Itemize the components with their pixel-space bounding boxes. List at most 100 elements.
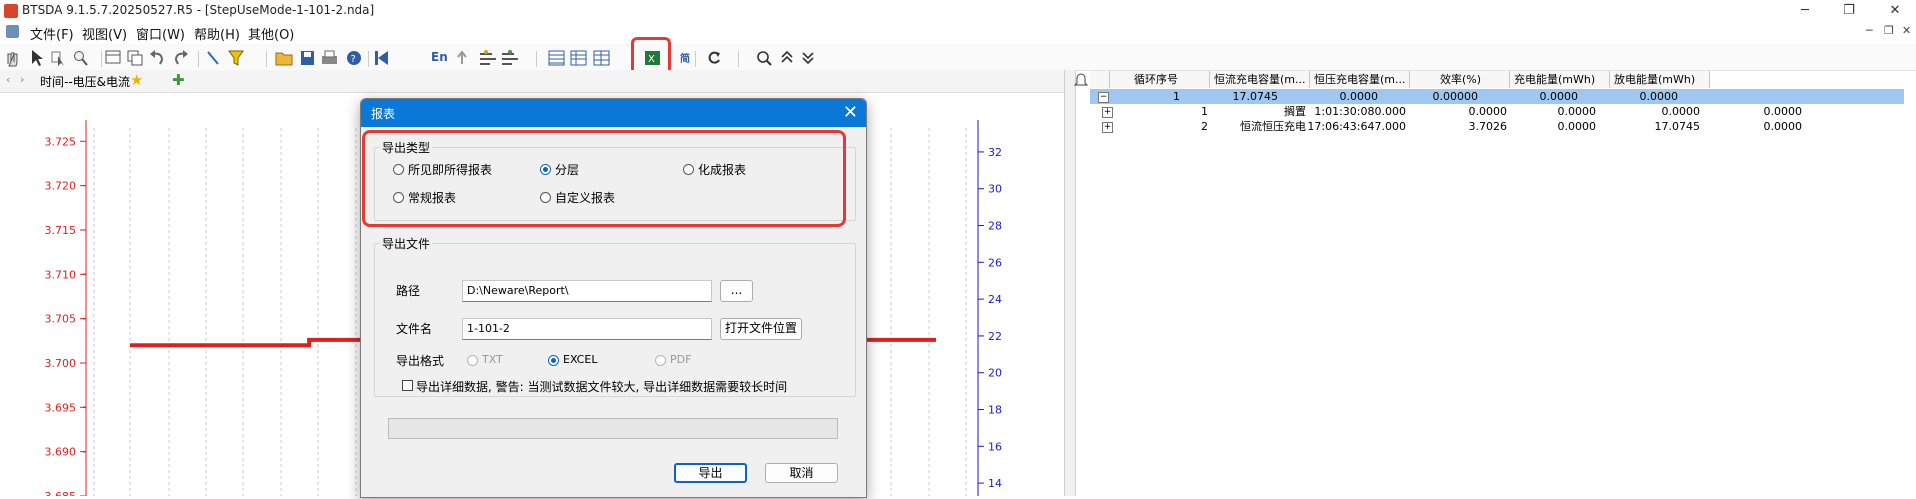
table-cell: 17.0745: [1654, 120, 1701, 133]
table-cell: 0.0000: [1557, 105, 1597, 118]
filename-input[interactable]: 1-101-2: [462, 318, 712, 340]
tab-scroll-right-icon[interactable]: ›: [20, 73, 24, 86]
first-record-icon[interactable]: [375, 51, 388, 65]
table-cell: 17.0745: [1232, 90, 1279, 103]
pointer-tool-icon[interactable]: [32, 50, 43, 66]
restore-window-button[interactable]: ❐: [1834, 2, 1864, 20]
open-folder-icon[interactable]: [275, 52, 293, 66]
table-view-icon[interactable]: [548, 50, 565, 66]
option-format-excel[interactable]: EXCEL: [563, 353, 597, 366]
language-en-button[interactable]: En: [431, 50, 448, 64]
export-progress-bar: [388, 418, 838, 439]
bell-icon[interactable]: [1072, 70, 1090, 88]
tab-scroll-left-icon[interactable]: ‹: [6, 73, 10, 86]
export-button[interactable]: 导出: [674, 463, 747, 483]
menu-window[interactable]: 窗口(W): [136, 24, 185, 43]
mdi-close-button[interactable]: ✕: [1902, 24, 1911, 37]
left-tick-label: 3.700: [45, 357, 77, 370]
mdi-minimize-button[interactable]: ─: [1866, 24, 1873, 37]
right-tick-label: 28: [988, 220, 1002, 233]
col-expander[interactable]: [1090, 71, 1110, 88]
copy-chart-icon[interactable]: [127, 50, 143, 66]
cancel-button[interactable]: 取消: [765, 463, 838, 483]
table-view-alt-icon[interactable]: [570, 50, 587, 66]
table-row[interactable]: +1 搁置 1:01:30:080.000 0.0000 0.0000 0.0000 0.0…: [1090, 104, 1850, 119]
col-cv-capacity[interactable]: 恒压充电容量(m...: [1310, 71, 1410, 88]
expand-up-icon[interactable]: [781, 50, 793, 63]
right-tick-label: 30: [988, 183, 1002, 196]
option-format-pdf[interactable]: PDF: [670, 353, 691, 366]
browse-button[interactable]: ...: [720, 280, 753, 302]
table-cell: 0.0000: [1557, 120, 1597, 133]
open-file-location-button[interactable]: 打开文件位置: [720, 318, 802, 340]
collapse-down-icon[interactable]: [802, 52, 814, 65]
export-file-label: 导出文件: [380, 235, 433, 252]
svg-text:简: 简: [680, 52, 690, 65]
zoom-icon[interactable]: [74, 51, 88, 66]
expand-row-icon[interactable]: +: [1102, 122, 1113, 133]
close-window-button[interactable]: ✕: [1880, 2, 1910, 20]
right-tick-label: 24: [988, 293, 1002, 306]
table-cell: 0.0000: [1763, 105, 1803, 118]
menu-help[interactable]: 帮助(H): [194, 24, 240, 43]
favorite-star-icon[interactable]: ★: [130, 71, 143, 89]
table-cell: 3.7026: [1468, 120, 1508, 133]
undo-icon[interactable]: [150, 50, 164, 65]
col-efficiency[interactable]: 效率(%): [1410, 71, 1510, 88]
table-cell: 17:06:43:647.000: [1307, 120, 1406, 133]
mdi-restore-button[interactable]: ❐: [1884, 24, 1894, 37]
search-icon[interactable]: [757, 51, 772, 66]
col-discharge-energy[interactable]: 放电能量(mWh): [1610, 71, 1710, 88]
table-view-third-icon[interactable]: [593, 50, 610, 66]
path-input[interactable]: D:\Neware\Report\: [462, 280, 712, 302]
print-icon[interactable]: [322, 50, 337, 64]
filter-icon[interactable]: [228, 50, 244, 66]
step-list-alt-icon[interactable]: [502, 50, 518, 65]
upload-icon[interactable]: [457, 50, 467, 64]
col-charge-energy[interactable]: 充电能量(mWh): [1510, 71, 1610, 88]
language-icon[interactable]: 简: [680, 52, 690, 65]
path-label: 路径: [396, 284, 421, 298]
table-row[interactable]: − 1 17.0745 0.0000 0.00000 0.0000 0.0000: [1090, 89, 1904, 104]
step-list-icon[interactable]: [480, 50, 496, 65]
layout-icon[interactable]: [105, 50, 121, 64]
hand-tool-icon[interactable]: [7, 52, 18, 67]
save-icon[interactable]: [301, 51, 314, 65]
dialog-title-bar: 报表 ✕: [361, 99, 866, 127]
expand-row-icon[interactable]: +: [1102, 107, 1113, 118]
redo-icon[interactable]: [174, 50, 188, 65]
panel-splitter[interactable]: [1064, 70, 1076, 496]
menu-bar: 文件(F) 视图(V) 窗口(W) 帮助(H) 其他(O) ─ ❐ ✕: [0, 22, 1916, 43]
col-cycle-index[interactable]: 循环序号: [1110, 71, 1210, 88]
table-cell: 1: [1173, 90, 1180, 103]
dialog-close-icon[interactable]: ✕: [843, 102, 858, 123]
minimize-window-button[interactable]: ─: [1790, 2, 1820, 20]
expand-row-icon[interactable]: −: [1098, 92, 1109, 103]
table-cell: 0.00000: [1432, 90, 1479, 103]
radio-format-excel[interactable]: [548, 355, 559, 366]
menu-view[interactable]: 视图(V): [82, 24, 127, 43]
right-tick-label: 26: [988, 256, 1002, 269]
svg-text:?: ?: [351, 54, 356, 65]
right-tick-label: 18: [988, 404, 1002, 417]
menu-other[interactable]: 其他(O): [248, 24, 294, 43]
table-row[interactable]: +2 恒流恒压充电 17:06:43:647.000 3.7026 0.0000 17.0…: [1090, 119, 1850, 134]
table-cell: 0.0000: [1468, 105, 1508, 118]
pan-select-icon[interactable]: [51, 51, 64, 66]
cursor-line-icon[interactable]: [207, 51, 219, 65]
export-detail-checkbox[interactable]: [402, 380, 413, 391]
document-icon: [6, 25, 19, 38]
option-format-txt[interactable]: TXT: [482, 353, 503, 366]
left-tick-label: 3.705: [45, 313, 77, 326]
tab-time-voltage-current[interactable]: 时间--电压&电流: [40, 73, 130, 90]
radio-format-txt[interactable]: [467, 355, 478, 366]
col-cc-capacity[interactable]: 恒流充电容量(m...: [1210, 71, 1310, 88]
help-icon[interactable]: ?: [347, 51, 361, 65]
radio-format-pdf[interactable]: [655, 355, 666, 366]
menu-file[interactable]: 文件(F): [30, 24, 74, 43]
export-detail-label[interactable]: 导出详细数据, 警告: 当测试数据文件较大, 导出详细数据需要较长时间: [416, 378, 787, 395]
add-tab-icon[interactable]: ✚: [172, 71, 185, 89]
table-cell: 0.0000: [1539, 90, 1579, 103]
table-cell: 搁置: [1284, 105, 1306, 118]
refresh-icon[interactable]: [708, 51, 720, 64]
